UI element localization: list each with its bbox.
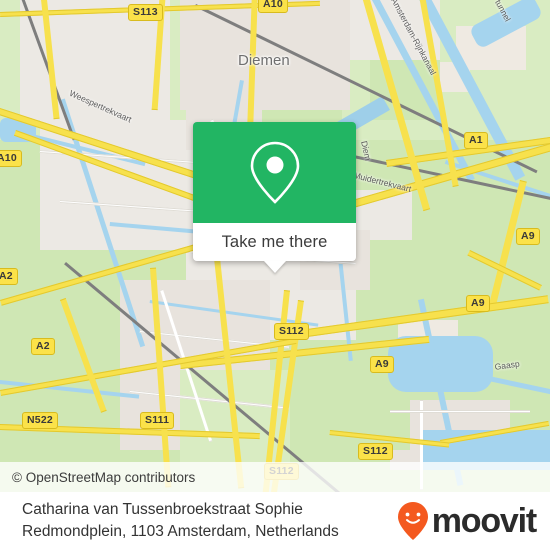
map-pin-icon xyxy=(250,141,299,204)
road-shield: A9 xyxy=(466,295,490,312)
map-callout-card[interactable]: Take me there xyxy=(193,122,356,273)
moovit-wordmark: moovit xyxy=(431,502,537,540)
footer-bar: Catharina van Tussenbroekstraat Sophie R… xyxy=(0,492,550,550)
road-shield: S112 xyxy=(358,443,393,460)
road-shield: S113 xyxy=(128,4,163,21)
road-shield: N522 xyxy=(22,412,58,429)
address-text: Catharina van Tussenbroekstraat Sophie R… xyxy=(22,501,339,540)
callout-action-bar[interactable]: Take me there xyxy=(193,223,356,273)
map-attribution: © OpenStreetMap contributors xyxy=(0,462,550,492)
road-shield: A10 xyxy=(258,0,288,13)
road-shield: A9 xyxy=(370,356,394,373)
map-canvas[interactable]: Weespertrekvaart Amsterdam-Rijnkanaal Ga… xyxy=(0,0,550,492)
moovit-logo[interactable]: moovit xyxy=(396,501,537,541)
moovit-pin-icon xyxy=(397,502,428,540)
callout-icon-area xyxy=(193,122,356,223)
road-shield: A10 xyxy=(0,150,22,167)
road-shield: A2 xyxy=(31,338,55,355)
attribution-text: © OpenStreetMap contributors xyxy=(12,469,196,485)
take-me-there-label: Take me there xyxy=(221,232,328,251)
moovit-map-screenshot: Weespertrekvaart Amsterdam-Rijnkanaal Ga… xyxy=(0,0,550,550)
road-shield: A1 xyxy=(464,132,488,149)
road-shield: A2 xyxy=(0,268,18,285)
road-shield: S112 xyxy=(274,323,309,340)
road-shield: S111 xyxy=(140,412,175,429)
callout-tail xyxy=(263,261,286,273)
road-shield: A9 xyxy=(516,228,540,245)
